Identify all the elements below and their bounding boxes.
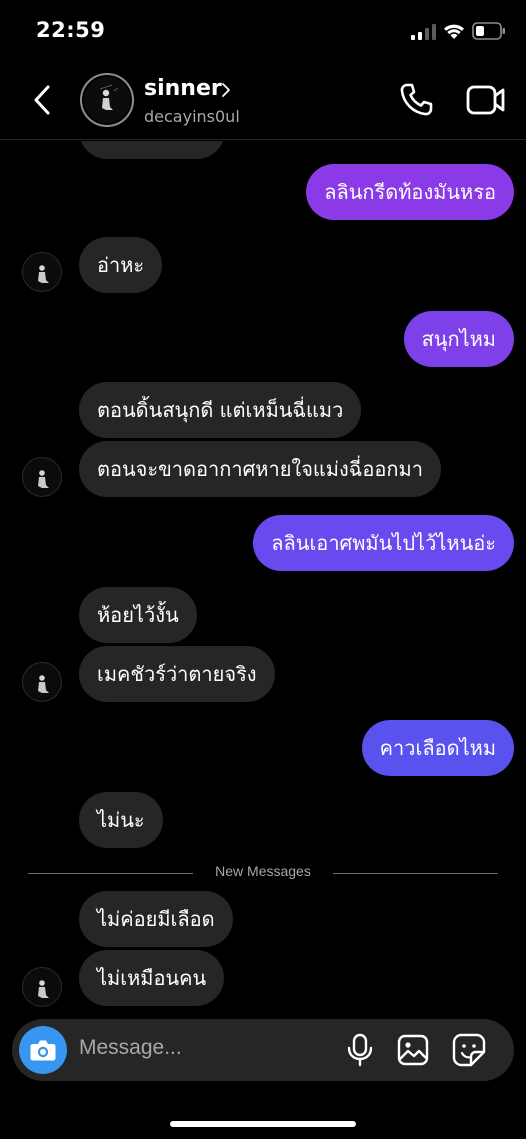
- contact-name[interactable]: sinner: [144, 76, 222, 101]
- home-indicator[interactable]: [170, 1121, 356, 1127]
- message-bubble-incoming[interactable]: ไม่ค่อยมีเลือด: [79, 891, 233, 947]
- message-bubble-incoming[interactable]: เมคชัวร์ว่าตายจริง: [79, 646, 275, 702]
- video-camera-icon[interactable]: [466, 84, 506, 116]
- sender-avatar[interactable]: [22, 967, 62, 1007]
- divider-label: New Messages: [215, 863, 311, 879]
- gallery-icon[interactable]: [397, 1034, 429, 1066]
- microphone-icon[interactable]: [346, 1033, 374, 1067]
- message-bubble-incoming[interactable]: อ่าหะ: [79, 237, 163, 293]
- message-input[interactable]: Message...: [79, 1036, 182, 1060]
- message-bubble-incoming[interactable]: ห้อยไว้งั้น: [79, 587, 197, 643]
- message-bubble-outgoing[interactable]: ลลินเอาศพมันไปไว้ไหนอ่ะ: [253, 515, 514, 571]
- message-composer[interactable]: Message...: [12, 1019, 514, 1081]
- battery-icon: [472, 22, 505, 40]
- phone-icon[interactable]: [398, 82, 434, 118]
- new-messages-divider: New Messages: [28, 863, 498, 883]
- message-bubble-partial[interactable]: [79, 141, 225, 159]
- message-bubble-incoming[interactable]: ตอนจะขาดอากาศหายใจแม่งฉี่ออกมา: [79, 441, 441, 497]
- avatar-figure-icon: [84, 77, 130, 123]
- chevron-right-icon[interactable]: [219, 82, 233, 98]
- avatar-figure-icon: [38, 980, 49, 998]
- signal-icon: [411, 24, 436, 40]
- message-bubble-incoming[interactable]: ไม่นะ: [79, 792, 163, 848]
- avatar-figure-icon: [38, 265, 49, 283]
- wifi-icon: [444, 24, 464, 39]
- message-bubble-incoming[interactable]: ไม่เหมือนคน: [79, 950, 225, 1006]
- back-icon[interactable]: [30, 84, 56, 116]
- camera-button[interactable]: [19, 1026, 67, 1074]
- message-bubble-incoming[interactable]: ตอนดิ้นสนุกดี แต่เหม็นฉี่แมว: [79, 382, 362, 438]
- status-time: 22:59: [36, 18, 106, 42]
- message-thread: ลลินกรีดท้องมันหรอ อ่าหะ สนุกไหม ตอนดิ้น…: [0, 141, 526, 1016]
- chat-header: sinner decayins0ul: [0, 62, 526, 140]
- message-bubble-outgoing[interactable]: สนุกไหม: [403, 311, 514, 367]
- message-bubble-outgoing[interactable]: คาวเลือดไหม: [361, 720, 514, 776]
- sender-avatar[interactable]: [22, 662, 62, 702]
- contact-username: decayins0ul: [144, 107, 240, 126]
- message-bubble-outgoing[interactable]: ลลินกรีดท้องมันหรอ: [306, 164, 514, 220]
- sticker-icon[interactable]: [452, 1033, 486, 1067]
- avatar-figure-icon: [38, 675, 49, 693]
- sender-avatar[interactable]: [22, 457, 62, 497]
- camera-icon: [30, 1040, 56, 1061]
- sender-avatar[interactable]: [22, 252, 62, 292]
- avatar-figure-icon: [38, 470, 49, 488]
- status-bar: 22:59: [0, 0, 526, 62]
- profile-avatar[interactable]: [80, 73, 134, 127]
